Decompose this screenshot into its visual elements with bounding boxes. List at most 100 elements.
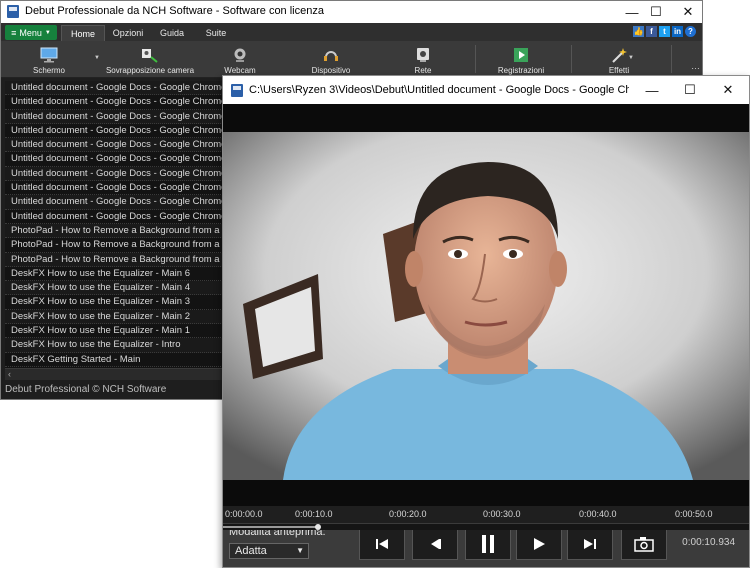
camera-overlay-label: Sovrapposizione camera [105,66,195,75]
close-icon[interactable]: ✕ [665,1,702,23]
chevron-down-icon: ▼ [296,546,304,555]
list-item[interactable]: Untitled document - Google Docs - Google… [5,181,235,196]
save-icon [7,5,19,18]
tab-home[interactable]: Home [61,25,105,42]
list-item[interactable]: DeskFX How to use the Equalizer - Main 4 [5,281,235,296]
list-item[interactable]: Untitled document - Google Docs - Google… [5,195,235,210]
screen-label: Schermo [32,66,65,75]
recordings-list[interactable]: Untitled document - Google Docs - Google… [5,81,235,368]
hamburger-icon: ≡ [11,27,17,38]
scrubber-handle[interactable] [314,524,321,530]
list-item[interactable]: DeskFX Getting Started - Main [5,353,235,367]
horizontal-scrollbar[interactable]: ‹ [5,368,235,380]
recordings-button[interactable]: Registrazioni [491,41,551,77]
timeline-label: 0:00:30.0 [483,509,521,519]
list-item[interactable]: PhotoPad - How to Remove a Background fr… [5,252,235,267]
skip-back-icon [376,538,388,549]
list-item[interactable]: Untitled document - Google Docs - Google… [5,109,235,124]
help-icon[interactable]: ? [685,26,696,37]
skip-back-button[interactable] [359,527,405,560]
camera-overlay-button[interactable]: Sovrapposizione camera [105,41,195,77]
tab-suite[interactable]: Suite [197,25,235,41]
effects-icon [610,47,628,63]
chevron-down-icon[interactable]: ▼ [628,55,634,61]
timeline-ruler[interactable]: 0:00:00.0 0:00:10.0 0:00:20.0 0:00:30.0 … [223,506,749,524]
list-item[interactable]: Untitled document - Google Docs - Google… [5,81,235,96]
menu-button[interactable]: ≡ Menu ▼ [5,25,57,40]
snapshot-icon [634,536,654,552]
chevron-down-icon: ▼ [44,29,51,36]
webcam-button[interactable]: Webcam [215,41,265,77]
network-icon [414,47,432,63]
toolbar-separator [671,45,672,73]
menu-button-label: Menu [19,27,42,38]
video-preview[interactable] [223,104,749,506]
camera-overlay-icon [141,47,159,63]
toolbar-separator [475,45,476,73]
preview-title: C:\Users\Ryzen 3\Videos\Debut\Untitled d… [249,84,629,96]
play-icon [534,537,545,550]
list-item[interactable]: Untitled document - Google Docs - Google… [5,210,235,224]
preview-mode-value: Adatta [235,545,267,557]
linkedin-icon[interactable]: in [672,26,683,37]
timeline-label: 0:00:20.0 [389,509,427,519]
device-icon [322,47,340,63]
timeline-label: 0:00:10.0 [295,509,333,519]
social-links: 👍 f t in ? [633,26,696,37]
effects-label: Effetti [608,66,630,75]
recordings-label: Registrazioni [497,66,545,75]
preview-title-bar: C:\Users\Ryzen 3\Videos\Debut\Untitled d… [223,76,749,104]
list-item[interactable]: Untitled document - Google Docs - Google… [5,166,235,182]
screen-button[interactable]: Schermo [21,41,77,77]
like-icon[interactable]: 👍 [633,26,644,37]
list-item[interactable]: Untitled document - Google Docs - Google… [5,124,235,139]
timeline-label: 0:00:50.0 [675,509,713,519]
chevron-down-icon[interactable]: ▼ [94,55,100,61]
device-button[interactable]: Dispositivo [303,41,359,77]
skip-forward-icon [584,538,596,549]
more-icon[interactable]: … [691,61,700,71]
tab-options[interactable]: Opzioni [107,25,149,41]
list-item[interactable]: PhotoPad - How to Remove a Background fr… [5,223,235,239]
recordings-icon [512,47,530,63]
title-bar: Debut Professionale da NCH Software - So… [1,1,702,23]
list-item[interactable]: DeskFX How to use the Equalizer - Main 1 [5,324,235,339]
pause-button[interactable] [465,527,511,560]
elapsed-time: 0:00:10.934 [682,537,735,548]
close-icon[interactable]: ✕ [705,76,749,104]
step-back-button[interactable] [412,527,458,560]
skip-forward-button[interactable] [567,527,613,560]
list-item[interactable]: Untitled document - Google Docs - Google… [5,138,235,153]
network-button[interactable]: Rete [403,41,443,77]
save-icon [231,84,243,97]
playback-scrubber[interactable] [223,524,749,530]
network-label: Rete [414,66,432,75]
facebook-icon[interactable]: f [646,26,657,37]
video-frame [223,104,749,506]
twitter-icon[interactable]: t [659,26,670,37]
timeline-label: 0:00:00.0 [225,509,263,519]
list-item[interactable]: PhotoPad - How to Remove a Background fr… [5,238,235,253]
toolbar-separator [571,45,572,73]
list-item[interactable]: DeskFX How to use the Equalizer - Main 2 [5,309,235,325]
list-item[interactable]: DeskFX How to use the Equalizer - Main 6 [5,267,235,282]
snapshot-button[interactable] [621,527,667,560]
scroll-left-icon[interactable]: ‹ [8,369,11,380]
list-item[interactable]: Untitled document - Google Docs - Google… [5,152,235,167]
status-bar: Debut Professional © NCH Software [5,384,167,395]
play-button[interactable] [516,527,562,560]
list-item[interactable]: DeskFX How to use the Equalizer - Intro [5,338,235,353]
step-back-icon [431,538,441,549]
device-label: Dispositivo [311,66,351,75]
pause-icon [482,534,494,553]
list-item[interactable]: Untitled document - Google Docs - Google… [5,95,235,110]
tab-help[interactable]: Guida [153,25,191,41]
preview-mode-select[interactable]: Adatta ▼ [229,543,309,559]
preview-window: C:\Users\Ryzen 3\Videos\Debut\Untitled d… [222,75,750,568]
timeline-label: 0:00:40.0 [579,509,617,519]
monitor-icon [40,47,58,63]
webcam-icon [231,47,249,63]
scrubber-progress [223,526,318,528]
list-item[interactable]: DeskFX How to use the Equalizer - Main 3 [5,295,235,310]
effects-button[interactable]: Effetti [597,41,641,77]
